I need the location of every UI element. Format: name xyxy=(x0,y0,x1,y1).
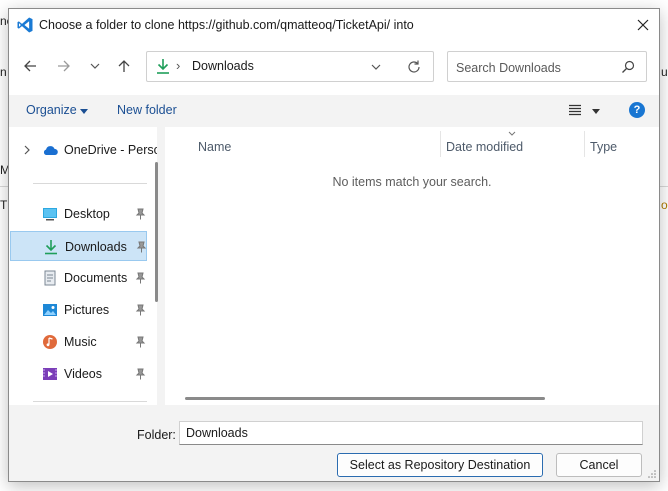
music-icon xyxy=(43,335,57,349)
nav-pane-scrollbar[interactable] xyxy=(155,162,158,302)
pane-splitter[interactable] xyxy=(157,127,165,405)
column-divider[interactable] xyxy=(584,131,585,157)
organize-caret-icon[interactable] xyxy=(80,109,88,114)
forward-button[interactable] xyxy=(53,55,75,77)
search-input[interactable] xyxy=(454,57,618,79)
pin-icon[interactable] xyxy=(135,272,146,284)
select-destination-button[interactable]: Select as Repository Destination xyxy=(337,453,543,477)
nav-item-music[interactable]: Music xyxy=(10,327,147,357)
dialog-footer: Folder: Select as Repository Destination… xyxy=(9,405,659,481)
close-button[interactable] xyxy=(627,9,659,41)
nav-item-label: Pictures xyxy=(64,303,110,317)
back-button[interactable] xyxy=(19,55,41,77)
nav-item-desktop[interactable]: Desktop xyxy=(10,199,147,229)
command-bar: Organize New folder ? xyxy=(9,95,659,126)
column-header-date-modified[interactable]: Date modified xyxy=(446,140,523,154)
navigation-pane: OneDrive - Perso Desktop Downloads Docum… xyxy=(9,127,157,405)
nav-item-label: Desktop xyxy=(64,207,110,221)
cloud-icon xyxy=(43,146,58,155)
folder-name-field[interactable] xyxy=(179,421,643,445)
empty-state-message: No items match your search. xyxy=(332,175,492,189)
nav-item-label: Documents xyxy=(64,271,128,285)
nav-item-videos[interactable]: Videos xyxy=(10,359,147,389)
file-list-pane: Name Date modified Type No items match y… xyxy=(165,127,659,405)
nav-item-downloads[interactable]: Downloads xyxy=(10,231,147,261)
help-button[interactable]: ? xyxy=(629,102,645,118)
pin-icon[interactable] xyxy=(135,368,146,380)
breadcrumb-location[interactable]: Downloads xyxy=(192,59,254,73)
nav-item-label: Music xyxy=(64,335,97,349)
nav-item-label: Videos xyxy=(64,367,102,381)
dialog-title: Choose a folder to clone https://github.… xyxy=(39,18,414,32)
pin-icon[interactable] xyxy=(135,336,146,348)
nav-item-onedrive[interactable]: OneDrive - Perso xyxy=(10,135,157,165)
pictures-icon xyxy=(43,304,57,316)
forward-arrow-icon xyxy=(58,60,70,72)
nav-item-documents[interactable]: Documents xyxy=(10,263,147,293)
videos-icon xyxy=(43,368,57,380)
view-options-icon[interactable] xyxy=(568,103,582,117)
nav-divider xyxy=(33,183,147,184)
pin-icon[interactable] xyxy=(135,208,146,220)
resize-grip-icon[interactable] xyxy=(647,469,657,479)
column-header-type[interactable]: Type xyxy=(590,140,617,154)
pin-icon[interactable] xyxy=(135,304,146,316)
column-header-name[interactable]: Name xyxy=(198,140,231,154)
nav-divider xyxy=(33,401,147,402)
folder-label: Folder: xyxy=(137,428,176,442)
close-icon xyxy=(637,19,649,31)
recent-locations-button[interactable] xyxy=(84,55,106,77)
desktop-icon xyxy=(43,208,57,221)
search-box[interactable] xyxy=(447,51,647,82)
horizontal-scrollbar[interactable] xyxy=(185,397,545,400)
back-arrow-icon xyxy=(24,60,36,72)
cancel-button[interactable]: Cancel xyxy=(556,453,642,477)
pin-icon[interactable] xyxy=(136,241,147,253)
sort-indicator-icon xyxy=(508,131,516,136)
background-divider xyxy=(0,186,8,187)
breadcrumb-separator: › xyxy=(176,58,181,73)
navigation-bar: › Downloads xyxy=(9,41,659,95)
new-folder-button[interactable]: New folder xyxy=(117,103,177,117)
address-bar[interactable]: › Downloads xyxy=(146,51,434,82)
up-arrow-icon xyxy=(118,60,130,72)
organize-menu-button[interactable]: Organize xyxy=(26,103,77,117)
background-text-fragment: o xyxy=(661,198,668,212)
refresh-icon[interactable] xyxy=(406,59,422,75)
vscode-icon xyxy=(17,17,33,33)
background-text-fragment: u xyxy=(661,65,668,79)
download-icon xyxy=(45,240,57,255)
address-dropdown-icon[interactable] xyxy=(369,60,383,74)
search-icon[interactable] xyxy=(621,60,635,74)
chevron-right-icon[interactable] xyxy=(23,145,31,155)
column-divider[interactable] xyxy=(440,131,441,157)
nav-item-pictures[interactable]: Pictures xyxy=(10,295,147,325)
folder-picker-dialog: Choose a folder to clone https://github.… xyxy=(8,8,660,482)
background-divider xyxy=(660,186,668,187)
nav-item-label: OneDrive - Perso xyxy=(64,143,157,157)
nav-item-label: Downloads xyxy=(65,240,127,254)
up-button[interactable] xyxy=(113,55,135,77)
chevron-down-icon xyxy=(90,63,100,69)
view-options-caret-icon[interactable] xyxy=(592,109,600,114)
title-bar: Choose a folder to clone https://github.… xyxy=(9,9,659,41)
document-icon xyxy=(44,270,56,286)
download-icon xyxy=(157,59,169,74)
